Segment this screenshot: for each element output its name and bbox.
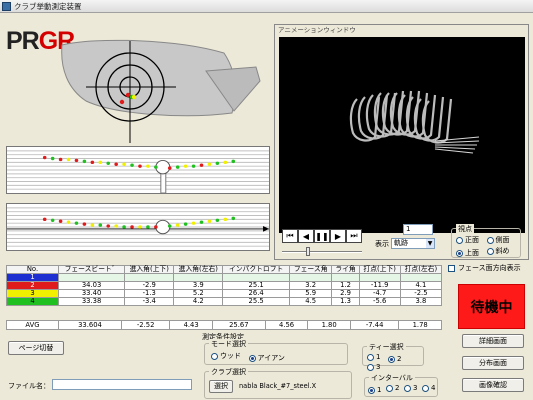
results-table: No. フェースビート゛ 進入角(上下) 進入角(左右) インパクトロフト フェ… (6, 265, 443, 306)
window-title: クラブ挙動測定装置 (14, 1, 82, 11)
filename-label: ファイル名： (8, 382, 50, 390)
column-header: ライ角 (331, 265, 360, 274)
display-label: 表示 (375, 240, 389, 248)
chevron-down-icon: ▼ (426, 239, 434, 248)
column-header: 打点(左右) (399, 265, 443, 274)
mode-group-title: モード選択 (209, 339, 248, 349)
slider-thumb[interactable] (306, 247, 310, 256)
pause-icon: ❚❚ (315, 231, 329, 241)
animation-window-caption: アニメーションウィンドウ (278, 26, 356, 34)
interval-1-radio[interactable]: 1 (368, 386, 381, 394)
fast-forward-icon: ⏭ (350, 231, 358, 240)
mode-wood-radio[interactable]: ウッド (211, 351, 241, 361)
club-name: nabla Black_#7_steel.X (239, 382, 317, 390)
column-header: インパクトロフト (222, 265, 290, 274)
swing-trace-side-view (6, 146, 270, 194)
column-header: フェース角 (288, 265, 333, 274)
play-icon: ▶ (334, 231, 342, 241)
tee-group: ティー選択 1 2 3 (362, 342, 424, 371)
interval-spin-input[interactable]: 1 (403, 224, 433, 235)
slider-track (282, 251, 362, 253)
column-header: 進入角(左右) (173, 265, 224, 274)
viewpoint-front-radio[interactable]: 正面 (456, 235, 479, 245)
animation-canvas[interactable] (279, 37, 525, 233)
display-select[interactable]: 軌跡 ▼ (391, 238, 435, 249)
client-area: PRGR アニメーションウィンドウ インターバル 1 表示 軌跡 ▼ 視点 正面… (0, 13, 533, 400)
tee-3-radio[interactable]: 3 (367, 363, 380, 371)
filename-input[interactable] (52, 379, 192, 390)
play-button[interactable]: ▶ (330, 229, 346, 243)
average-row-table: AVG 33.604 -2.52 4.43 25.67 4.56 1.80 -7… (6, 320, 442, 330)
table-header-row: No. フェースビート゛ 進入角(上下) 進入角(左右) インパクトロフト フェ… (6, 265, 443, 274)
status-indicator: 待機中 (458, 284, 525, 329)
viewpoint-oblique-radio[interactable]: 斜め (486, 246, 510, 256)
fast-forward-button[interactable]: ⏭ (346, 229, 362, 243)
viewpoint-side-radio[interactable]: 側面 (486, 235, 510, 245)
impact-dot-yellow (131, 94, 137, 100)
distribution-screen-button[interactable]: 分布画面 (462, 356, 524, 370)
tee-1-radio[interactable]: 1 (367, 353, 380, 361)
rewind-icon: ⏮ (286, 231, 294, 240)
mode-iron-radio[interactable]: アイアン (248, 353, 285, 363)
playback-controls: ⏮ ◀ ❚❚ ▶ ⏭ (282, 229, 362, 243)
column-header: フェースビート゛ (57, 265, 126, 274)
club-select-button[interactable]: 選択 (209, 380, 233, 393)
image-check-button[interactable]: 画像確認 (462, 378, 524, 392)
face-direction-checkbox[interactable]: フェース面方向表示 (448, 263, 521, 273)
viewpoint-title: 視点 (456, 224, 474, 234)
step-back-button[interactable]: ◀ (298, 229, 314, 243)
average-row: AVG 33.604 -2.52 4.43 25.67 4.56 1.80 -7… (6, 320, 442, 330)
animation-window: アニメーションウィンドウ インターバル 1 表示 軌跡 ▼ 視点 正面 側面 上… (274, 24, 529, 260)
title-bar: クラブ挙動測定装置 (0, 0, 533, 13)
interval-2-radio[interactable]: 2 (386, 384, 399, 392)
swing-trace-top-view (6, 203, 270, 251)
column-header: 進入角(上下) (124, 265, 175, 274)
step-back-icon: ◀ (302, 231, 310, 241)
impact-dot-red-2 (119, 99, 125, 105)
playback-slider[interactable] (282, 247, 362, 256)
row-number-swatch: 4 (6, 297, 59, 306)
club-group: クラブ選択 選択 nabla Black_#7_steel.X (204, 367, 352, 399)
interval-group-title: インターバル (369, 373, 415, 383)
interval-3-radio[interactable]: 3 (404, 384, 418, 392)
viewpoint-group: 視点 正面 側面 上面 斜め (451, 224, 521, 258)
impact-dot-red (125, 92, 131, 98)
column-header: 打点(上下) (358, 265, 401, 274)
mode-group: モード選択 ウッド アイアン (204, 339, 348, 365)
checkbox-box[interactable] (448, 264, 455, 272)
rewind-button[interactable]: ⏮ (282, 229, 298, 243)
pause-button[interactable]: ❚❚ (314, 229, 330, 243)
interval-4-radio[interactable]: 4 (422, 384, 436, 392)
table-row[interactable]: 4 33.38 -3.4 4.2 25.5 4.5 1.3 -5.6 3.8 (6, 297, 443, 306)
app-icon (2, 1, 11, 11)
tee-group-title: ティー選択 (367, 342, 406, 352)
page-switch-button[interactable]: ページ切替 (8, 341, 64, 355)
interval-group: インターバル 1 2 3 4 (364, 373, 438, 397)
club-group-title: クラブ選択 (209, 367, 248, 377)
club-head-target-view (61, 39, 261, 143)
tee-2-radio[interactable]: 2 (388, 355, 401, 363)
viewpoint-top-radio[interactable]: 上面 (456, 248, 479, 258)
avg-label: AVG (6, 320, 59, 330)
detail-screen-button[interactable]: 詳細画面 (462, 334, 524, 348)
